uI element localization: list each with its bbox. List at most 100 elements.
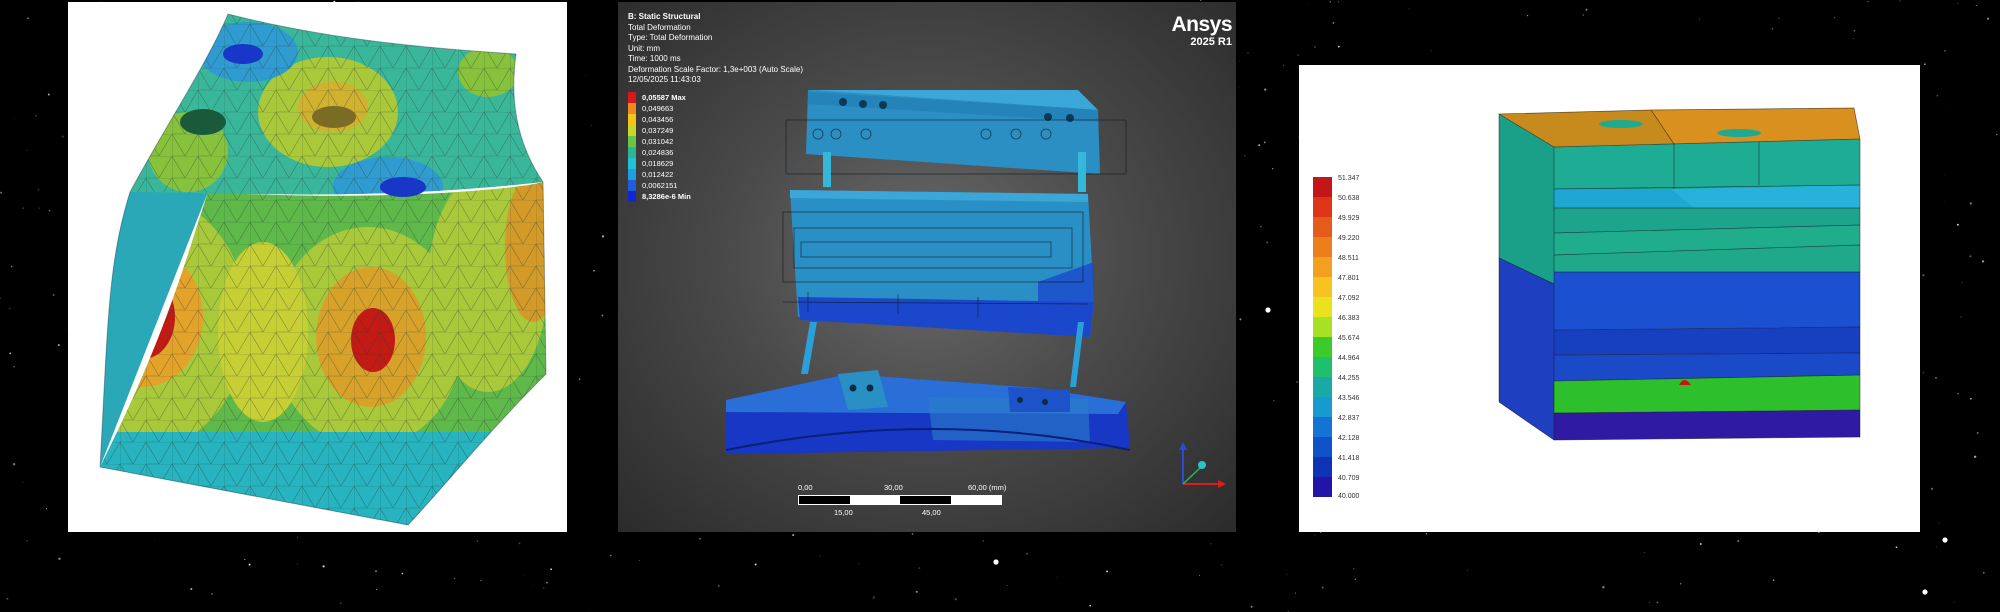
star (1969, 255, 1972, 258)
star (37, 188, 40, 191)
star (819, 555, 821, 557)
star (1853, 38, 1854, 39)
star (1260, 226, 1262, 228)
ansys-viewport[interactable]: B: Static Structural Total Deformation T… (618, 2, 1236, 532)
star (12, 463, 16, 466)
star (322, 565, 325, 568)
star (27, 17, 29, 19)
star (10, 265, 13, 268)
star (1975, 5, 1977, 7)
star (858, 562, 860, 564)
star (982, 540, 985, 542)
star (1210, 543, 1212, 545)
star (1198, 575, 1200, 577)
bright-star (1922, 589, 1928, 595)
star (1961, 282, 1963, 284)
star (38, 207, 40, 209)
star (578, 378, 581, 380)
star (718, 585, 720, 587)
star (1679, 583, 1682, 585)
star (297, 537, 298, 539)
star (9, 352, 12, 355)
star (601, 235, 605, 238)
star (918, 567, 921, 569)
star (590, 125, 592, 127)
star (1296, 381, 1299, 384)
star (1938, 522, 1940, 524)
star (6, 597, 9, 600)
star (1936, 94, 1939, 97)
star (1996, 133, 1998, 136)
star (533, 584, 534, 586)
star (1283, 65, 1285, 67)
star (1895, 546, 1898, 549)
star (296, 563, 298, 565)
star (480, 580, 482, 582)
star (1867, 0, 1869, 3)
star (638, 560, 640, 561)
star (1200, 0, 1202, 2)
star (1314, 534, 1316, 536)
star (543, 587, 545, 589)
star (915, 590, 918, 593)
star (1238, 60, 1240, 62)
star (26, 539, 28, 542)
star (550, 568, 552, 571)
star (9, 308, 11, 310)
star (1238, 86, 1240, 88)
star (1957, 392, 1959, 395)
star (1239, 318, 1242, 321)
star (1329, 1, 1332, 3)
star (476, 540, 479, 542)
star (1247, 52, 1249, 54)
star (1297, 54, 1299, 56)
star (1314, 46, 1316, 48)
thermal-block-model (1497, 107, 1861, 441)
star (954, 598, 957, 601)
star (1953, 601, 1955, 603)
star (523, 574, 525, 576)
star (1585, 8, 1588, 11)
star (211, 593, 213, 595)
star (1778, 17, 1780, 19)
star (1408, 8, 1410, 10)
star (1771, 28, 1774, 30)
star (1853, 29, 1856, 32)
star (48, 209, 51, 212)
top-hole-1 (223, 44, 263, 64)
star (45, 508, 47, 510)
scale-label: 15,00 (834, 508, 853, 517)
star (22, 482, 24, 484)
star (13, 365, 15, 368)
star (601, 314, 604, 317)
star (588, 610, 590, 612)
star (248, 563, 251, 566)
star (1007, 585, 1009, 587)
star (1643, 552, 1645, 553)
star (153, 538, 155, 540)
star (1969, 202, 1972, 205)
star (1944, 200, 1945, 202)
star (1271, 168, 1274, 170)
star (1935, 377, 1937, 379)
star (1930, 487, 1934, 490)
star (0, 191, 3, 194)
star (1264, 88, 1267, 91)
star (1354, 578, 1356, 580)
top-hole-3 (312, 106, 356, 128)
star (1425, 533, 1428, 535)
bright-star (993, 559, 999, 565)
star (1960, 316, 1962, 318)
star (1221, 564, 1223, 566)
star (1956, 223, 1959, 226)
star (1948, 108, 1950, 110)
assembly-model[interactable] (618, 2, 1236, 532)
star (546, 581, 548, 584)
star (1353, 568, 1355, 570)
star (1582, 14, 1584, 16)
star (1983, 571, 1985, 574)
star (1970, 397, 1972, 400)
star (1337, 1, 1339, 3)
star (47, 93, 50, 96)
star (340, 602, 342, 604)
